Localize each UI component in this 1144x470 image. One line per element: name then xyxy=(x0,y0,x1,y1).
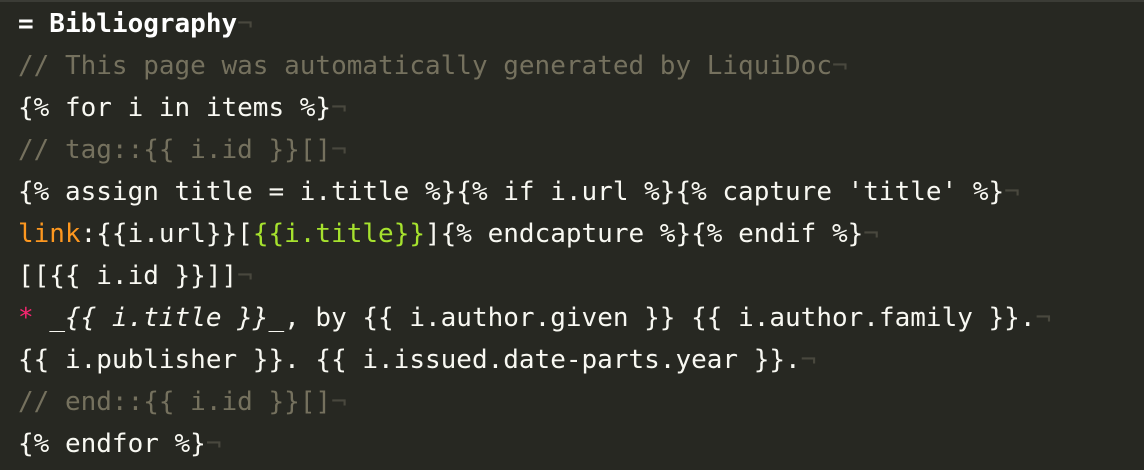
code-line-9[interactable]: {{ i.publisher }}. {{ i.issued.date-part… xyxy=(0,339,1144,381)
italic-title: _{{ i.title }}_ xyxy=(49,303,285,333)
eol-marker: ¬ xyxy=(1004,177,1020,207)
code-line-5[interactable]: {% assign title = i.title %}{% if i.url … xyxy=(0,171,1144,213)
eol-marker: ¬ xyxy=(237,261,253,291)
eol-marker: ¬ xyxy=(331,387,347,417)
code-editor[interactable]: = Bibliography¬ // This page was automat… xyxy=(0,0,1144,470)
code-line-11[interactable]: {% endfor %}¬ xyxy=(0,423,1144,465)
asciidoc-heading: = Bibliography xyxy=(18,9,238,39)
code-line-4[interactable]: // tag::{{ i.id }}[]¬ xyxy=(0,129,1144,171)
eol-marker: ¬ xyxy=(831,51,848,81)
publisher-text: {{ i.publisher }}. {{ i.issued.date-part… xyxy=(18,345,801,375)
eol-marker: ¬ xyxy=(331,135,347,165)
liquid-tag: ]{% endcapture %}{% endif %} xyxy=(425,219,864,249)
comment-text: // end::{{ i.id }}[] xyxy=(18,387,332,417)
editor-top-border xyxy=(0,0,1144,2)
link-target: :{{i.url}}[ xyxy=(80,219,253,249)
eol-marker: ¬ xyxy=(863,219,879,249)
eol-marker: ¬ xyxy=(205,429,222,459)
eol-marker: ¬ xyxy=(800,345,817,375)
code-line-2[interactable]: // This page was automatically generated… xyxy=(0,45,1144,87)
anchor-text: [[{{ i.id }}]] xyxy=(18,261,238,291)
comment-text: // tag::{{ i.id }}[] xyxy=(18,135,332,165)
link-text: {{i.title}} xyxy=(252,219,425,249)
code-line-1[interactable]: = Bibliography¬ xyxy=(0,3,1144,45)
liquid-tag: {% endfor %} xyxy=(18,429,206,459)
liquid-tag: {% assign title = i.title %}{% if i.url … xyxy=(18,177,1005,207)
eol-marker: ¬ xyxy=(1035,303,1052,333)
liquid-tag: {% for i in items %} xyxy=(18,93,332,123)
code-line-6[interactable]: link:{{i.url}}[{{i.title}}]{% endcapture… xyxy=(0,213,1144,255)
eol-marker: ¬ xyxy=(331,93,347,123)
list-bullet: * xyxy=(18,303,34,333)
author-text: , by {{ i.author.given }} {{ i.author.fa… xyxy=(284,303,1036,333)
code-line-10[interactable]: // end::{{ i.id }}[]¬ xyxy=(0,381,1144,423)
code-line-3[interactable]: {% for i in items %}¬ xyxy=(0,87,1144,129)
comment-text: // This page was automatically generated… xyxy=(18,51,832,81)
code-line-8[interactable]: * _{{ i.title }}_, by {{ i.author.given … xyxy=(0,297,1144,339)
eol-marker: ¬ xyxy=(237,9,253,39)
code-line-7[interactable]: [[{{ i.id }}]]¬ xyxy=(0,255,1144,297)
link-macro: link xyxy=(18,219,81,249)
